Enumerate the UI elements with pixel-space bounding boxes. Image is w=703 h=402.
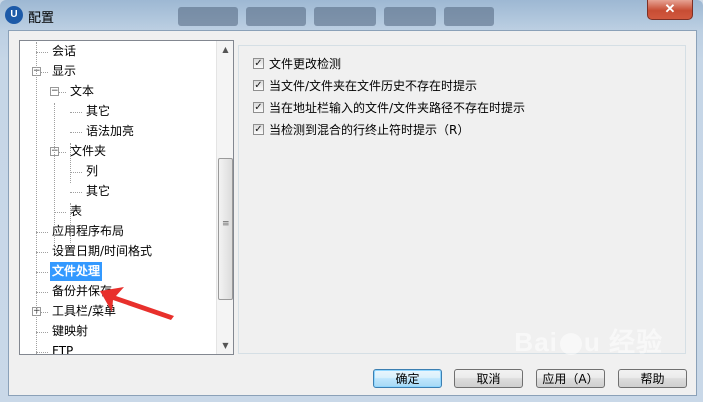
config-window: U 配置 ✕ 会话 显示 − 文本 − 其它 语法加亮 文件夹 − 列其它表应用程序布局 设置日期/… (0, 0, 703, 402)
watermark-logo: Bai u 经验 (514, 327, 663, 357)
